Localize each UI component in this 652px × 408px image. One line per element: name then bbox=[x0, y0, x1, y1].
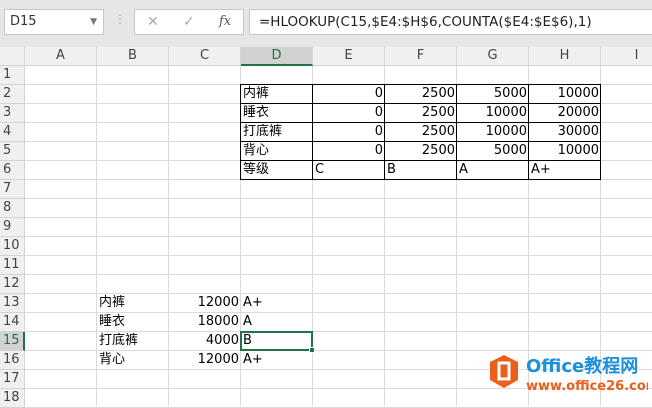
name-box-value: D15 bbox=[10, 14, 37, 29]
result-cell[interactable]: A bbox=[241, 313, 313, 331]
table-border bbox=[528, 84, 529, 180]
cancel-icon[interactable]: ✕ bbox=[147, 10, 159, 34]
result-cell[interactable]: A+ bbox=[241, 294, 313, 312]
result-cell[interactable]: 打底裤 bbox=[97, 332, 169, 350]
table-border bbox=[240, 103, 601, 104]
result-cell[interactable]: 4000 bbox=[169, 332, 241, 350]
table-cell[interactable]: 10000 bbox=[457, 123, 529, 141]
table-border bbox=[240, 84, 241, 180]
row-header-16[interactable]: 16 bbox=[0, 351, 25, 370]
table-cell[interactable]: 2500 bbox=[385, 104, 457, 122]
row-header-17[interactable]: 17 bbox=[0, 370, 25, 389]
table-cell[interactable]: 睡衣 bbox=[241, 104, 313, 122]
formula-toolbar: D15 ▼ ⋮ ✕ ✓ fx =HLOOKUP(C15,$E4:$H$6,COUN… bbox=[0, 0, 652, 47]
table-cell[interactable]: 20000 bbox=[529, 104, 601, 122]
row-header-3[interactable]: 3 bbox=[0, 104, 25, 123]
row-header-13[interactable]: 13 bbox=[0, 294, 25, 313]
row-header-5[interactable]: 5 bbox=[0, 142, 25, 161]
table-border bbox=[384, 84, 385, 180]
table-cell[interactable]: 内裤 bbox=[241, 85, 313, 103]
table-cell[interactable]: 背心 bbox=[241, 142, 313, 160]
name-box[interactable]: D15 ▼ bbox=[4, 9, 104, 35]
table-cell[interactable]: A bbox=[457, 161, 529, 179]
row-header-6[interactable]: 6 bbox=[0, 161, 25, 180]
table-cell[interactable]: 2500 bbox=[385, 85, 457, 103]
column-header-D[interactable]: D bbox=[241, 47, 313, 66]
table-cell[interactable]: 5000 bbox=[457, 85, 529, 103]
row-header-15[interactable]: 15 bbox=[0, 332, 25, 351]
table-border bbox=[456, 84, 457, 180]
column-header-C[interactable]: C bbox=[169, 47, 241, 66]
select-all-button[interactable] bbox=[0, 47, 25, 66]
table-cell[interactable]: 0 bbox=[313, 123, 385, 141]
chevron-down-icon[interactable]: ▼ bbox=[90, 10, 97, 34]
table-cell[interactable]: 0 bbox=[313, 142, 385, 160]
row-header-9[interactable]: 9 bbox=[0, 218, 25, 237]
column-header-F[interactable]: F bbox=[385, 47, 457, 66]
table-cell[interactable]: A+ bbox=[529, 161, 601, 179]
column-header-A[interactable]: A bbox=[25, 47, 97, 66]
table-cell[interactable]: 5000 bbox=[457, 142, 529, 160]
gridline bbox=[25, 217, 652, 218]
row-header-10[interactable]: 10 bbox=[0, 237, 25, 256]
table-cell[interactable]: 30000 bbox=[529, 123, 601, 141]
table-border bbox=[312, 84, 313, 180]
fill-handle[interactable] bbox=[309, 347, 315, 353]
result-cell[interactable]: 12000 bbox=[169, 351, 241, 369]
table-cell[interactable]: 2500 bbox=[385, 142, 457, 160]
table-cell[interactable]: 等级 bbox=[241, 161, 313, 179]
table-border bbox=[240, 122, 601, 123]
result-cell[interactable]: 睡衣 bbox=[97, 313, 169, 331]
table-border bbox=[240, 141, 601, 142]
row-header-4[interactable]: 4 bbox=[0, 123, 25, 142]
column-header-G[interactable]: G bbox=[457, 47, 529, 66]
function-icon[interactable]: fx bbox=[219, 10, 231, 34]
office26-watermark: Office教程网 www.office26.com bbox=[490, 355, 648, 394]
office-logo-icon bbox=[490, 355, 518, 388]
gridline bbox=[25, 274, 652, 275]
row-header-12[interactable]: 12 bbox=[0, 275, 25, 294]
row-header-14[interactable]: 14 bbox=[0, 313, 25, 332]
table-cell[interactable]: 0 bbox=[313, 104, 385, 122]
row-header-2[interactable]: 2 bbox=[0, 85, 25, 104]
selected-cell-outline bbox=[240, 331, 313, 351]
formula-input[interactable]: =HLOOKUP(C15,$E4:$H$6,COUNTA($E4:$E$6),1… bbox=[249, 9, 652, 35]
grip-icon: ⋮ bbox=[114, 12, 126, 26]
formula-buttons: ✕ ✓ fx bbox=[134, 9, 244, 35]
gridline bbox=[25, 255, 652, 256]
svg-text:www.office26.com: www.office26.com bbox=[526, 379, 648, 394]
row-header-1[interactable]: 1 bbox=[0, 66, 25, 85]
table-cell[interactable]: 打底裤 bbox=[241, 123, 313, 141]
table-border bbox=[240, 179, 601, 180]
table-cell[interactable]: 2500 bbox=[385, 123, 457, 141]
table-cell[interactable]: 10000 bbox=[529, 142, 601, 160]
table-cell[interactable]: B bbox=[385, 161, 457, 179]
table-border bbox=[240, 160, 601, 161]
table-border bbox=[600, 84, 601, 180]
table-border bbox=[240, 84, 601, 85]
row-header-8[interactable]: 8 bbox=[0, 199, 25, 218]
table-cell[interactable]: 0 bbox=[313, 85, 385, 103]
gridline bbox=[25, 236, 652, 237]
result-cell[interactable]: 12000 bbox=[169, 294, 241, 312]
row-header-11[interactable]: 11 bbox=[0, 256, 25, 275]
result-cell[interactable]: A+ bbox=[241, 351, 313, 369]
table-cell[interactable]: 10000 bbox=[457, 104, 529, 122]
column-header-I[interactable]: I bbox=[601, 47, 652, 66]
result-cell[interactable]: 内裤 bbox=[97, 294, 169, 312]
result-cell[interactable]: 背心 bbox=[97, 351, 169, 369]
gridline bbox=[25, 198, 652, 199]
table-cell[interactable]: 10000 bbox=[529, 85, 601, 103]
row-header-7[interactable]: 7 bbox=[0, 180, 25, 199]
enter-icon[interactable]: ✓ bbox=[183, 10, 195, 34]
svg-text:Office教程网: Office教程网 bbox=[526, 355, 638, 377]
row-header-18[interactable]: 18 bbox=[0, 389, 25, 408]
column-header-H[interactable]: H bbox=[529, 47, 601, 66]
table-cell[interactable]: C bbox=[313, 161, 385, 179]
column-header-B[interactable]: B bbox=[97, 47, 169, 66]
result-cell[interactable]: 18000 bbox=[169, 313, 241, 331]
column-header-E[interactable]: E bbox=[313, 47, 385, 66]
